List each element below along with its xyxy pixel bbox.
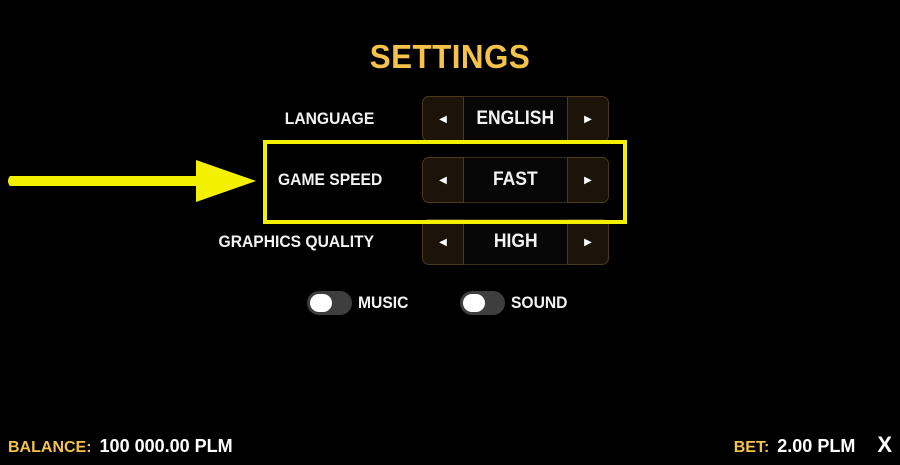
game-speed-selector: ◀ FAST ▶	[422, 157, 609, 203]
page-title: SETTINGS	[369, 38, 531, 75]
language-value: ENGLISH	[464, 96, 567, 142]
graphics-quality-value: HIGH	[464, 219, 567, 265]
language-prev-button[interactable]: ◀	[422, 96, 464, 142]
toggle-knob	[310, 294, 332, 312]
graphics-quality-next-button[interactable]: ▶	[567, 219, 609, 265]
language-selector: ◀ ENGLISH ▶	[422, 96, 609, 142]
triangle-right-icon: ▶	[584, 236, 592, 248]
music-label: MUSIC	[358, 293, 409, 312]
bet-value: 2.00 PLM	[777, 436, 856, 456]
triangle-left-icon: ◀	[439, 113, 447, 125]
bet-label: BET:	[733, 439, 770, 456]
toggle-knob	[463, 294, 485, 312]
sound-label: SOUND	[511, 293, 568, 312]
sound-toggle-group: SOUND	[460, 289, 572, 317]
language-row: LANGUAGE ◀ ENGLISH ▶	[0, 96, 900, 142]
game-speed-prev-button[interactable]: ◀	[422, 157, 464, 203]
bet-display: BET: 2.00 PLM X	[733, 434, 892, 460]
sound-toggle[interactable]	[460, 291, 505, 315]
close-icon[interactable]: X	[877, 434, 892, 456]
settings-screen: SETTINGS LANGUAGE ◀ ENGLISH ▶ GAME SPEED…	[0, 0, 900, 465]
balance-label: BALANCE:	[8, 439, 92, 456]
game-speed-label: GAME SPEED	[278, 170, 383, 189]
triangle-right-icon: ▶	[584, 174, 592, 186]
graphics-quality-label: GRAPHICS QUALITY	[218, 232, 374, 251]
language-label: LANGUAGE	[284, 109, 374, 128]
game-speed-next-button[interactable]: ▶	[567, 157, 609, 203]
language-next-button[interactable]: ▶	[567, 96, 609, 142]
graphics-quality-prev-button[interactable]: ◀	[422, 219, 464, 265]
pointer-arrow-icon	[8, 160, 256, 202]
music-toggle[interactable]	[307, 291, 352, 315]
graphics-quality-row: GRAPHICS QUALITY ◀ HIGH ▶	[0, 219, 900, 265]
graphics-quality-selector: ◀ HIGH ▶	[422, 219, 609, 265]
balance-value: 100 000.00 PLM	[99, 436, 233, 456]
triangle-left-icon: ◀	[439, 236, 447, 248]
triangle-left-icon: ◀	[439, 174, 447, 186]
game-speed-value: FAST	[464, 157, 567, 203]
balance-display: BALANCE: 100 000.00 PLM	[8, 436, 233, 460]
music-toggle-group: MUSIC	[307, 289, 413, 317]
triangle-right-icon: ▶	[584, 113, 592, 125]
